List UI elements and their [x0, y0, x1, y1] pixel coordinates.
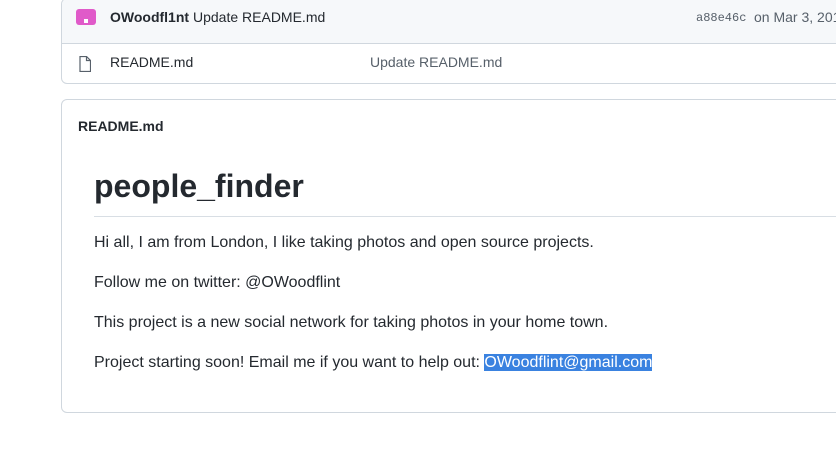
- readme-contact-paragraph: Project starting soon! Email me if you w…: [94, 351, 836, 375]
- readme-heading: people_finder: [94, 166, 836, 217]
- latest-commit-box: OWoodfl1nt Update README.md a88e46c on M…: [61, 0, 836, 84]
- email-selected-text[interactable]: OWoodflint@gmail.com: [484, 354, 653, 371]
- commit-message-link[interactable]: Update README.md: [193, 9, 325, 25]
- readme-twitter-paragraph: Follow me on twitter: @OWoodflint: [94, 274, 341, 291]
- readme-panel: README.md people_finder Hi all, I am fro…: [61, 99, 836, 413]
- avatar[interactable]: [76, 9, 96, 25]
- commit-header: OWoodfl1nt Update README.md a88e46c on M…: [62, 0, 836, 44]
- commit-sha-link[interactable]: a88e46c: [696, 11, 746, 25]
- commit-date: on Mar 3, 2017: [754, 9, 836, 25]
- file-row[interactable]: README.md Update README.md: [62, 44, 836, 82]
- commit-author-link[interactable]: OWoodfl1nt: [110, 9, 189, 25]
- file-commit-message-link[interactable]: Update README.md: [370, 54, 502, 70]
- readme-content: people_finder Hi all, I am from London, …: [94, 166, 836, 375]
- readme-title: README.md: [78, 118, 164, 134]
- contact-prefix-text: Project starting soon! Email me if you w…: [94, 354, 485, 371]
- file-name-link[interactable]: README.md: [110, 54, 193, 70]
- file-icon: [79, 56, 91, 72]
- readme-project-paragraph: This project is a new social network for…: [94, 314, 609, 331]
- readme-intro-paragraph: Hi all, I am from London, I like taking …: [94, 234, 594, 251]
